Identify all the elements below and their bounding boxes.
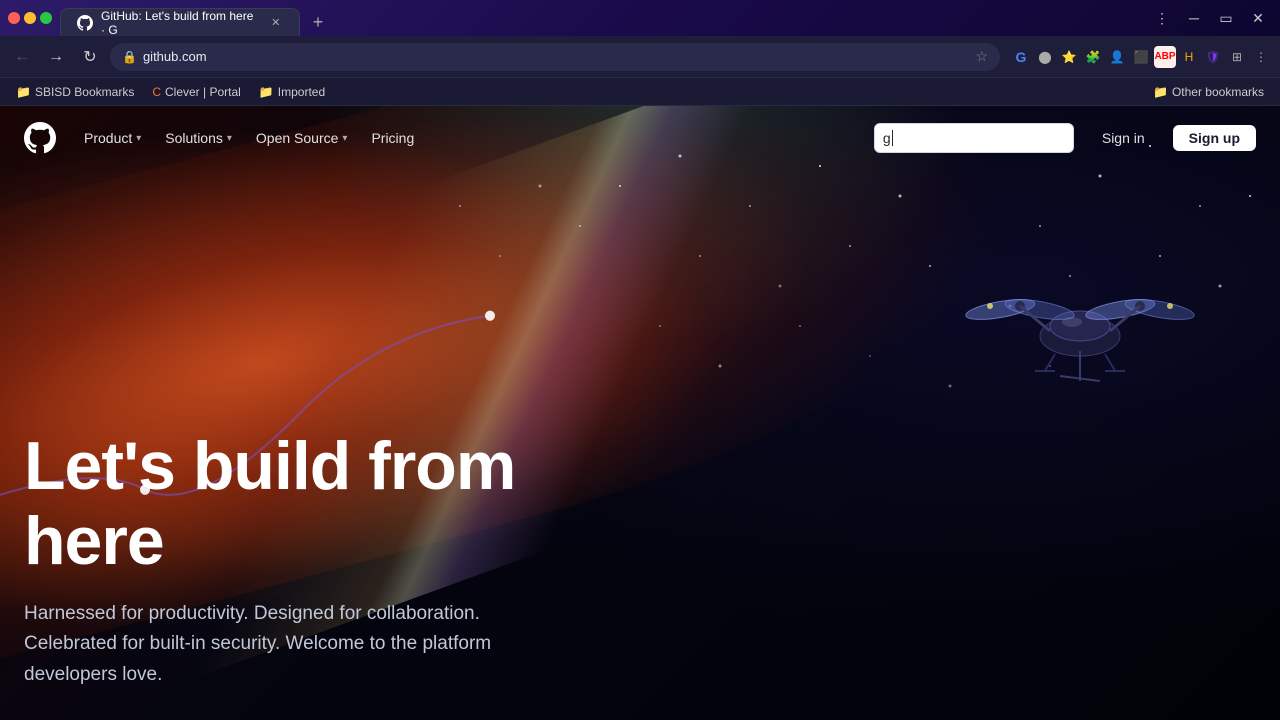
title-bar-actions: ⋮ ─ ▭ ✕ (1148, 4, 1272, 32)
bookmark-star-icon[interactable]: ☆ (975, 48, 988, 65)
signup-button[interactable]: Sign up (1173, 125, 1256, 151)
nav-pricing-label: Pricing (371, 130, 414, 146)
bookmark-imported[interactable]: 📁 Imported (251, 83, 333, 101)
bookmark-clever[interactable]: C Clever | Portal (144, 83, 248, 101)
search-value: g (883, 130, 891, 146)
forward-button[interactable]: → (42, 43, 70, 71)
lock-icon: 🔒 (122, 50, 137, 64)
search-cursor (892, 130, 893, 146)
folder-icon: 📁 (16, 85, 31, 99)
nav-pricing[interactable]: Pricing (359, 124, 426, 152)
share-icon[interactable]: ⬤ (1034, 46, 1056, 68)
nav-open-source[interactable]: Open Source ▾ (244, 124, 360, 152)
nav-solutions-chevron: ▾ (227, 133, 232, 144)
google-ext-icon[interactable]: G (1010, 46, 1032, 68)
minimize-window-button[interactable] (24, 12, 36, 24)
new-tab-button[interactable]: + (304, 8, 332, 36)
signin-button[interactable]: Sign in (1086, 125, 1161, 151)
minimize-icon[interactable]: ─ (1180, 4, 1208, 32)
reload-button[interactable]: ↻ (76, 43, 104, 71)
bookmark-clever-label: Clever | Portal (165, 85, 241, 99)
maximize-window-button[interactable] (40, 12, 52, 24)
drone-container (960, 226, 1200, 426)
abp-icon[interactable]: ABP (1154, 46, 1176, 68)
tab-search-icon[interactable]: ⋮ (1148, 4, 1176, 32)
hero-title: Let's build from here (24, 429, 640, 579)
window-controls (8, 12, 52, 24)
github-logo[interactable] (24, 122, 56, 154)
nav-open-source-chevron: ▾ (342, 133, 347, 144)
url-text: github.com (143, 49, 969, 64)
extension-icons: G ⬤ ⭐ 🧩 👤 ⬛ ABP H 🛡 ⊞ ⋮ (1010, 46, 1272, 68)
tab-title: GitHub: Let's build from here · G (101, 9, 257, 37)
nav-product[interactable]: Product ▾ (72, 124, 153, 152)
tabs-area: GitHub: Let's build from here · G ✕ + (60, 0, 1148, 36)
nav-product-label: Product (84, 130, 132, 146)
bookmark-imported-label: Imported (278, 85, 325, 99)
other-bookmarks-icon: 📁 (1153, 85, 1168, 99)
nav-product-chevron: ▾ (136, 133, 141, 144)
shield-icon[interactable]: 🛡 (1202, 46, 1224, 68)
github-page: Product ▾ Solutions ▾ Open Source ▾ Pric… (0, 106, 1280, 720)
honey-icon[interactable]: H (1178, 46, 1200, 68)
puzzle-icon[interactable]: ⊞ (1226, 46, 1248, 68)
imported-folder-icon: 📁 (259, 85, 274, 99)
clever-icon: C (152, 85, 161, 99)
search-input[interactable]: g (874, 123, 1074, 153)
restore-icon[interactable]: ▭ (1212, 4, 1240, 32)
nav-solutions-label: Solutions (165, 130, 223, 146)
bookmarks-right: 📁 Other bookmarks (1145, 83, 1272, 101)
nav-links: Product ▾ Solutions ▾ Open Source ▾ Pric… (72, 124, 426, 152)
extensions-icon[interactable]: 🧩 (1082, 46, 1104, 68)
drone-svg (960, 226, 1200, 426)
profile-icon1[interactable]: 👤 (1106, 46, 1128, 68)
title-bar: GitHub: Let's build from here · G ✕ + ⋮ … (0, 0, 1280, 36)
active-tab[interactable]: GitHub: Let's build from here · G ✕ (60, 8, 300, 36)
nav-solutions[interactable]: Solutions ▾ (153, 124, 244, 152)
hero-content: Let's build from here Harnessed for prod… (24, 429, 640, 690)
address-bar: ← → ↻ 🔒 github.com ☆ G ⬤ ⭐ 🧩 👤 ⬛ ABP H (0, 36, 1280, 78)
bookmark-sbisd-label: SBISD Bookmarks (35, 85, 134, 99)
tab-close-button[interactable]: ✕ (269, 15, 283, 31)
other-bookmarks-label: Other bookmarks (1172, 85, 1264, 99)
nav-open-source-label: Open Source (256, 130, 339, 146)
lastpass-icon[interactable]: ⬛ (1130, 46, 1152, 68)
bookmarks-bar: 📁 SBISD Bookmarks C Clever | Portal 📁 Im… (0, 78, 1280, 106)
menu-icon[interactable]: ⋮ (1250, 46, 1272, 68)
hero-subtitle: Harnessed for productivity. Designed for… (24, 599, 544, 690)
sync-icon[interactable]: ⭐ (1058, 46, 1080, 68)
nav-right: g Sign in Sign up (874, 123, 1256, 153)
close-icon[interactable]: ✕ (1244, 4, 1272, 32)
back-button[interactable]: ← (8, 43, 36, 71)
github-navbar: Product ▾ Solutions ▾ Open Source ▾ Pric… (0, 106, 1280, 170)
close-window-button[interactable] (8, 12, 20, 24)
url-bar[interactable]: 🔒 github.com ☆ (110, 43, 1000, 71)
tab-favicon (77, 15, 93, 31)
other-bookmarks[interactable]: 📁 Other bookmarks (1145, 83, 1272, 101)
bookmark-sbisd[interactable]: 📁 SBISD Bookmarks (8, 83, 142, 101)
